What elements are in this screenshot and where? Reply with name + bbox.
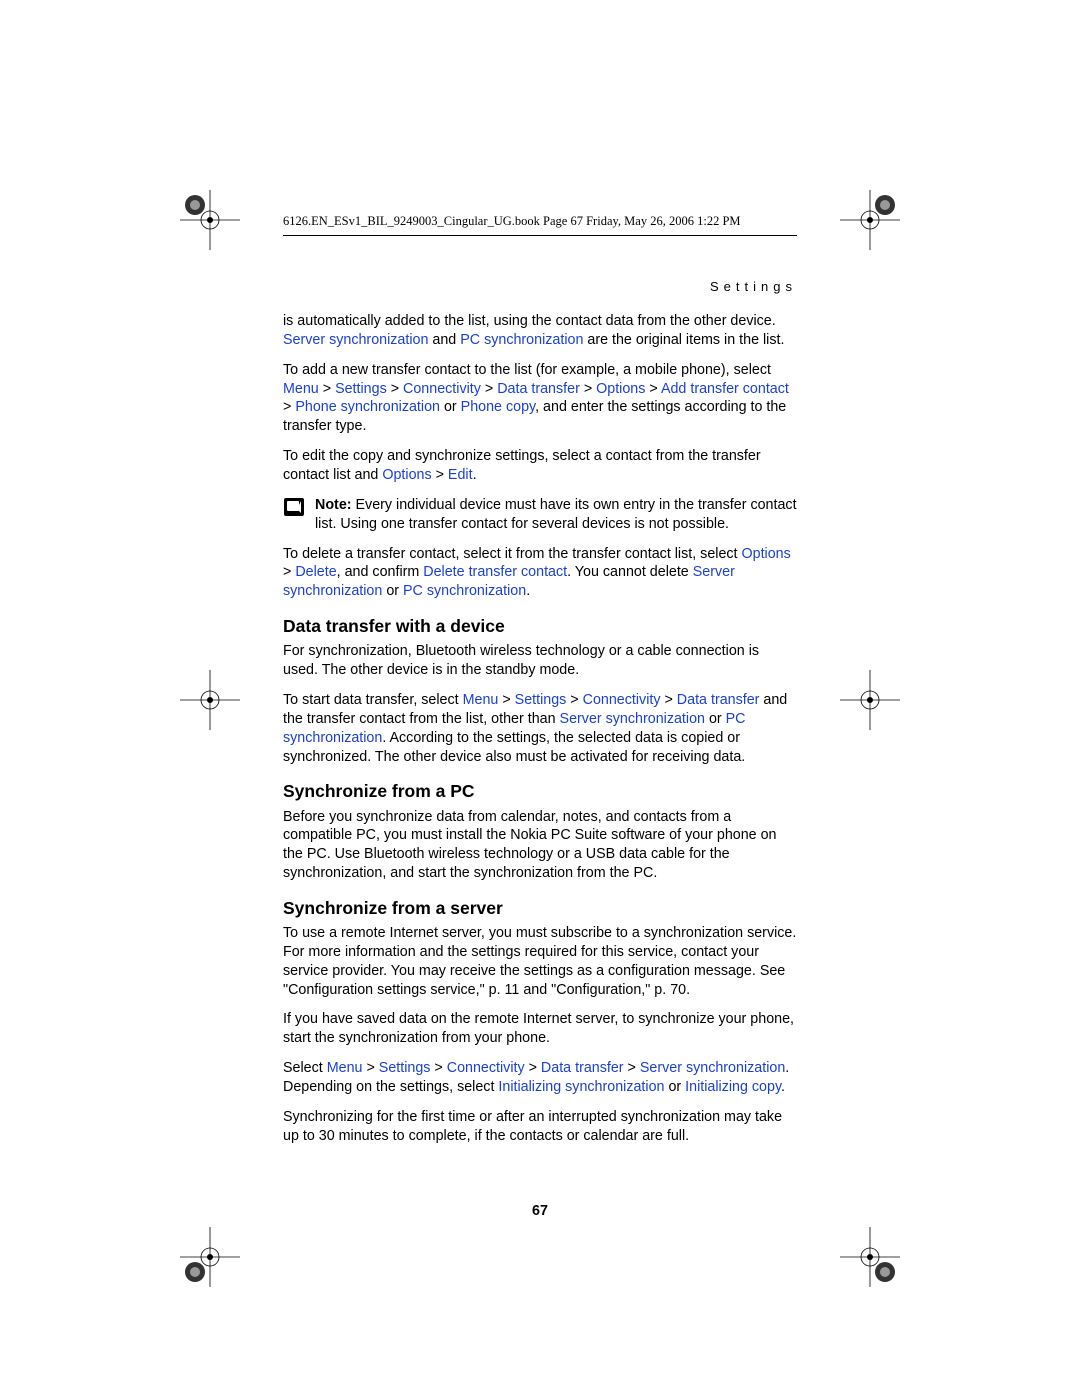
paragraph: Synchronizing for the first time or afte…: [283, 1108, 797, 1146]
crop-mark-icon: [840, 190, 900, 250]
crop-mark-icon: [840, 1227, 900, 1287]
crop-mark-icon: [840, 670, 900, 730]
note-icon: [283, 497, 305, 517]
paragraph: is automatically added to the list, usin…: [283, 312, 797, 350]
crop-mark-icon: [180, 670, 240, 730]
paragraph: If you have saved data on the remote Int…: [283, 1010, 797, 1048]
header-rule: [283, 235, 797, 236]
heading-data-transfer-device: Data transfer with a device: [283, 615, 797, 638]
section-label: Settings: [710, 279, 797, 294]
heading-sync-pc: Synchronize from a PC: [283, 780, 797, 803]
heading-sync-server: Synchronize from a server: [283, 897, 797, 920]
paragraph: To start data transfer, select Menu > Se…: [283, 691, 797, 766]
note-block: Note: Every individual device must have …: [283, 496, 797, 534]
paragraph: Before you synchronize data from calenda…: [283, 808, 797, 883]
body-content: is automatically added to the list, usin…: [283, 312, 797, 1157]
crop-mark-icon: [180, 190, 240, 250]
crop-mark-icon: [180, 1227, 240, 1287]
paragraph: To add a new transfer contact to the lis…: [283, 361, 797, 436]
note-text: Note: Every individual device must have …: [315, 496, 797, 534]
paragraph: To edit the copy and synchronize setting…: [283, 447, 797, 485]
page-header-meta: 6126.EN_ESv1_BIL_9249003_Cingular_UG.boo…: [283, 214, 741, 229]
page-number: 67: [0, 1203, 1080, 1219]
paragraph: To use a remote Internet server, you mus…: [283, 924, 797, 999]
paragraph: For synchronization, Bluetooth wireless …: [283, 642, 797, 680]
paragraph: Select Menu > Settings > Connectivity > …: [283, 1059, 797, 1097]
paragraph: To delete a transfer contact, select it …: [283, 545, 797, 602]
